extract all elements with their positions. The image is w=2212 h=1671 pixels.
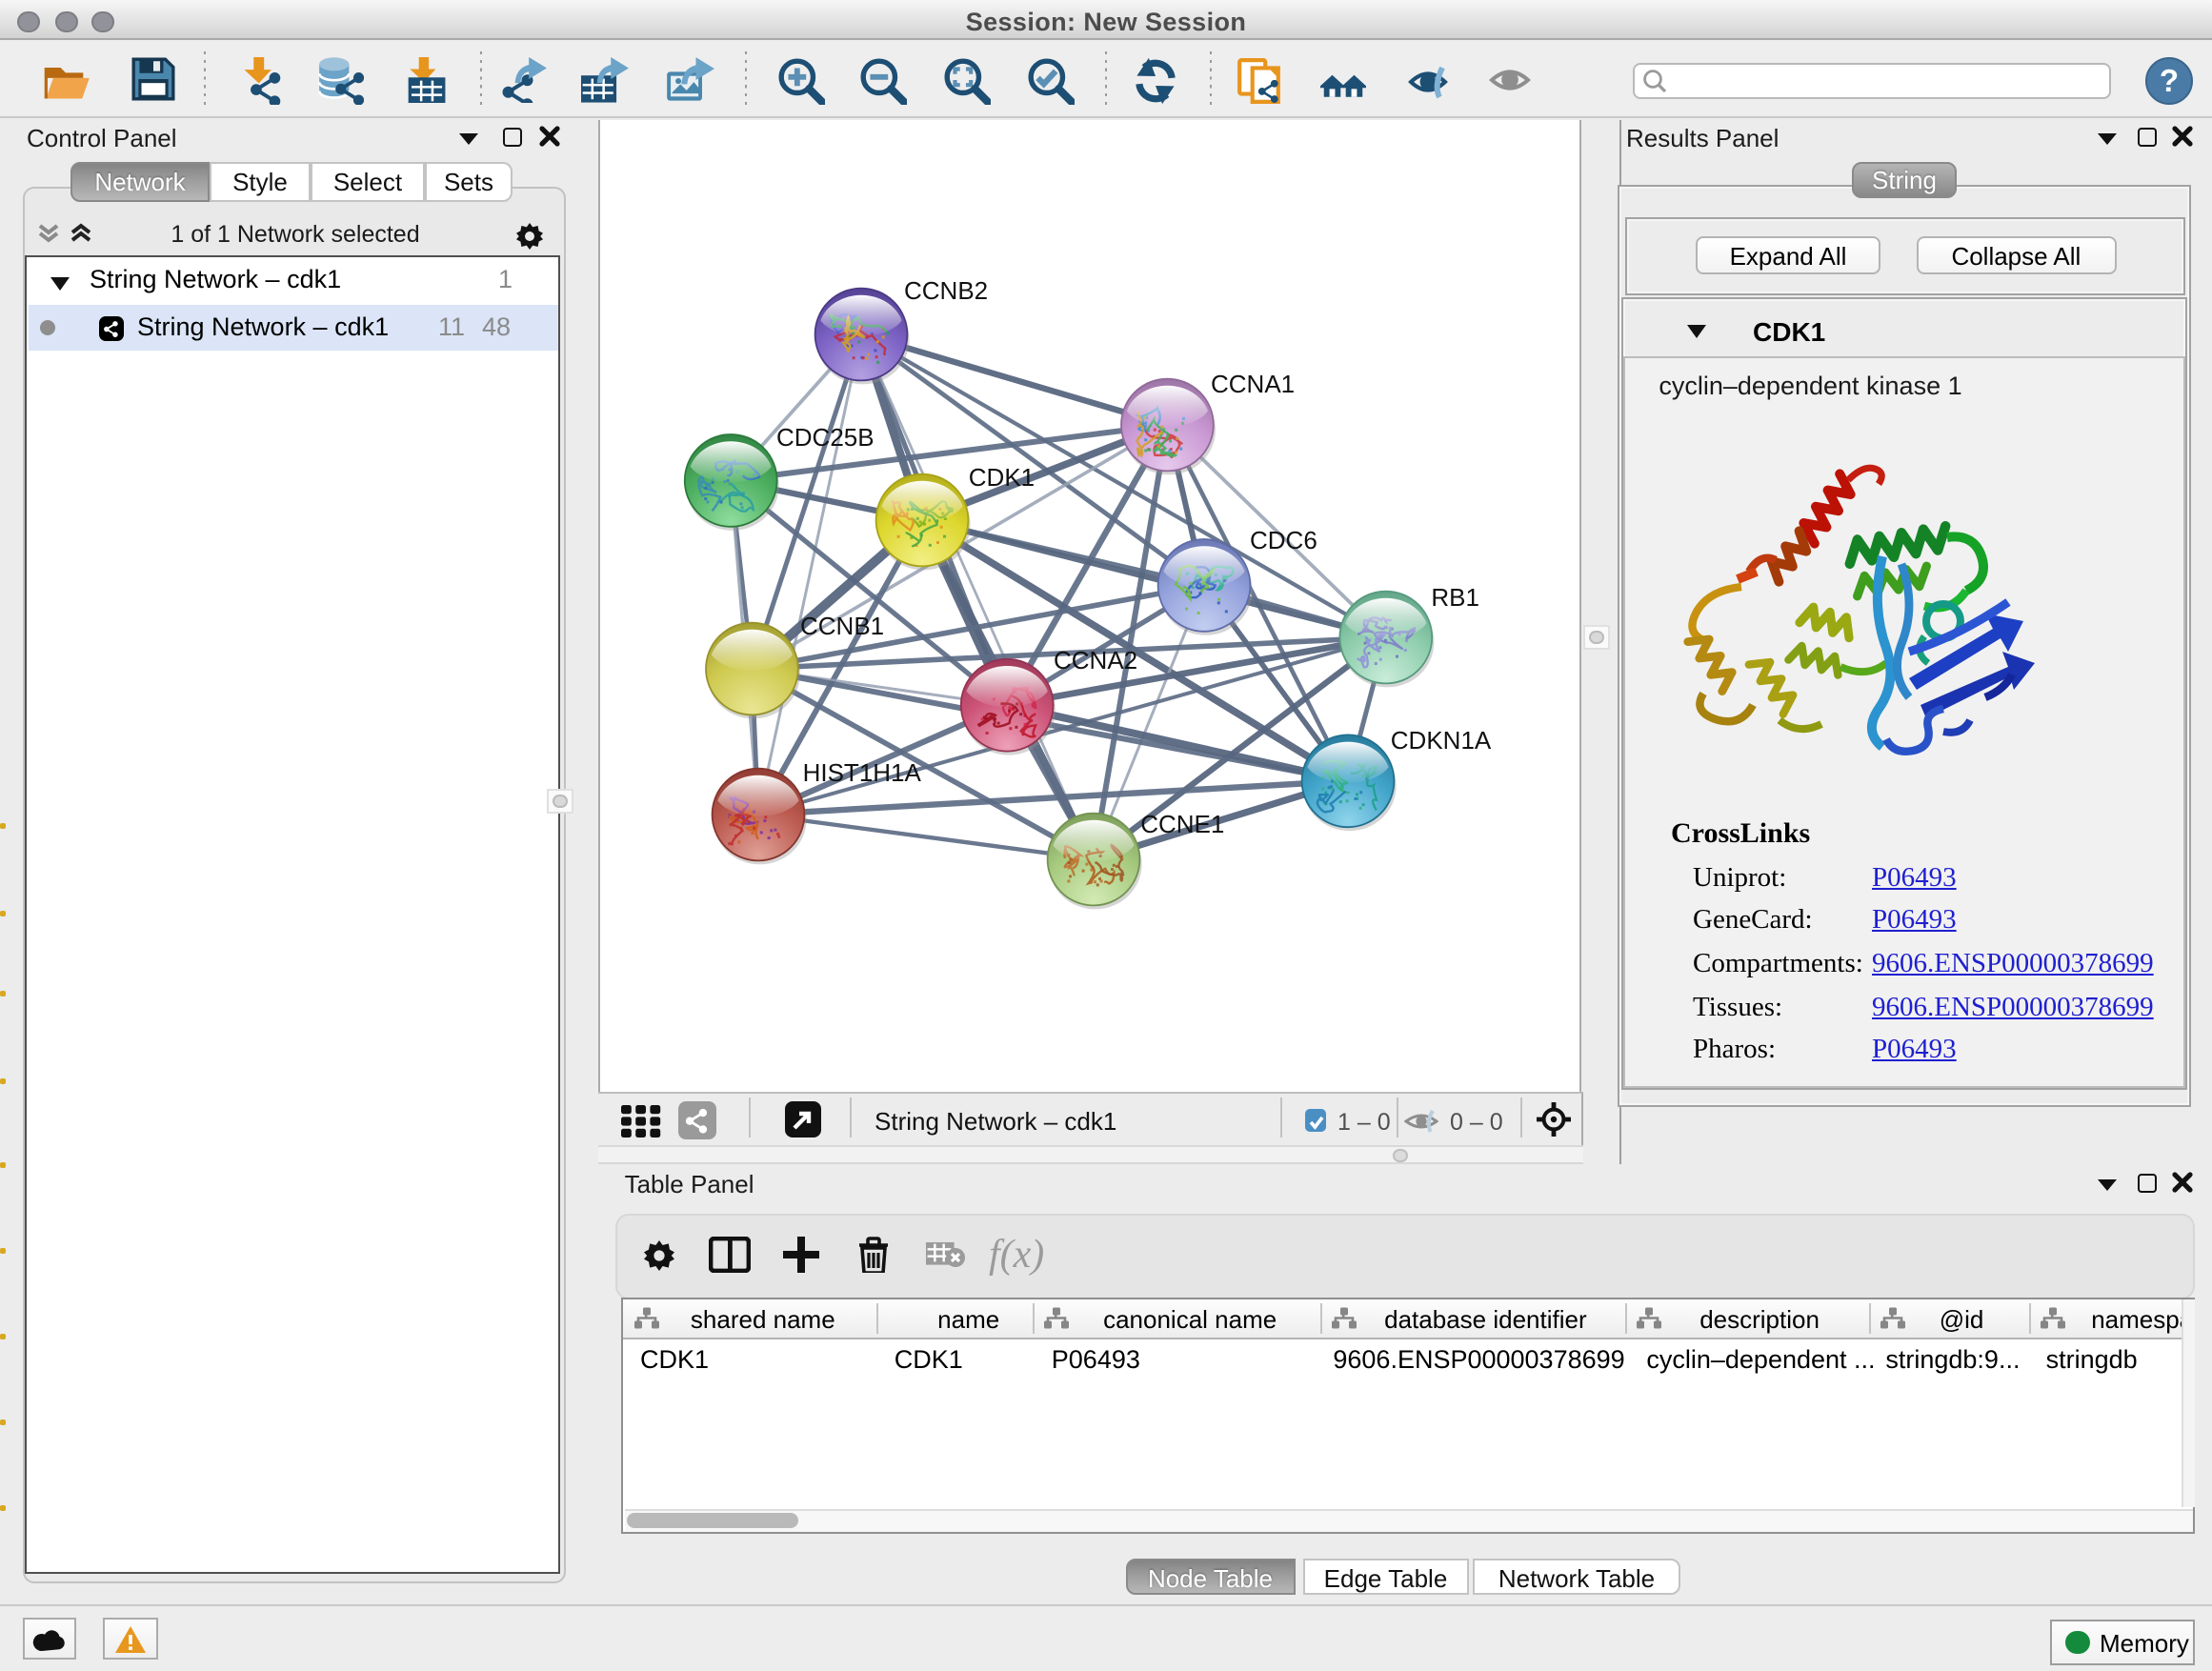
svg-text:?: ? [2160, 63, 2179, 98]
